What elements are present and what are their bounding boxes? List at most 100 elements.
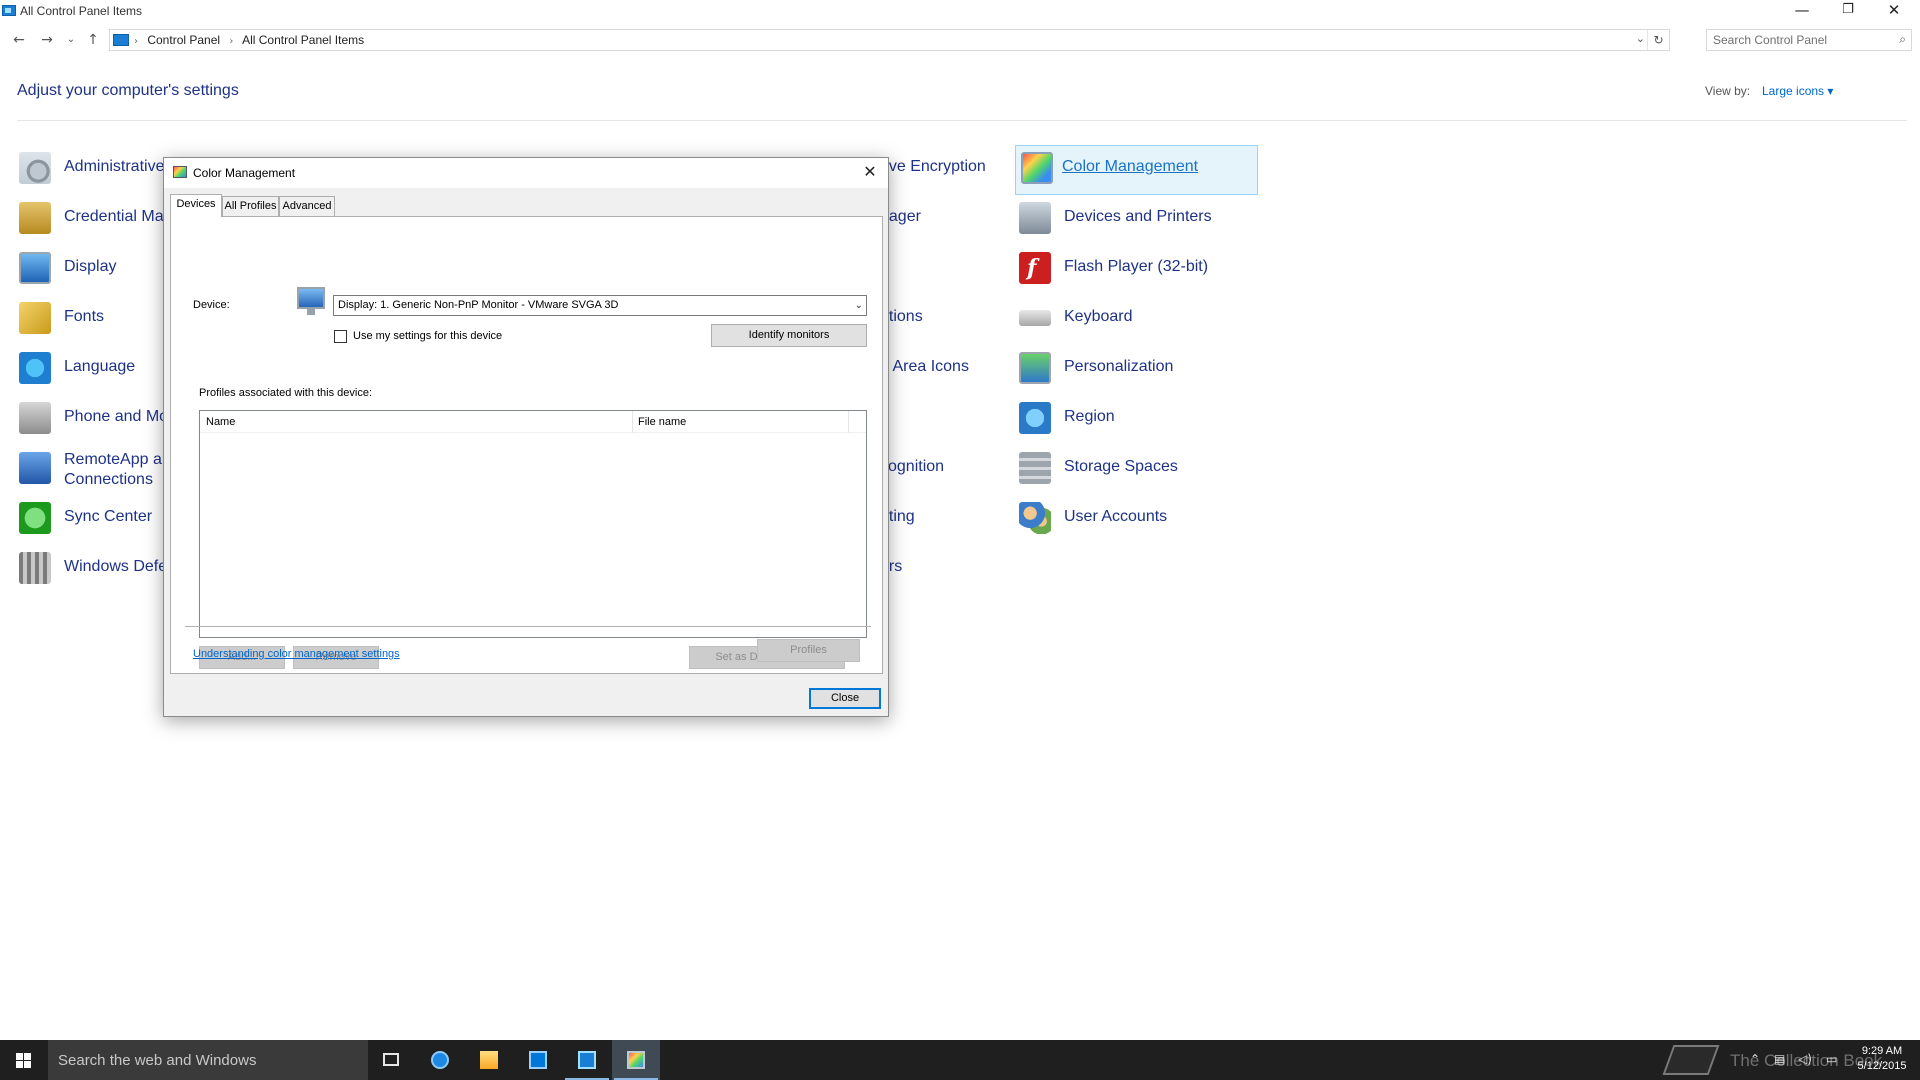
clock-time: 9:29 AM [1861, 1045, 1903, 1057]
notifications-icon[interactable]: ▭ [1826, 1052, 1837, 1066]
item-bitlocker-partial[interactable]: rive Encryption [880, 146, 1010, 194]
item-label: Flash Player (32-bit) [1064, 258, 1209, 275]
item-troubleshooting-partial[interactable]: oting [880, 496, 1010, 544]
forward-button[interactable]: → [38, 29, 56, 51]
address-dropdown-icon[interactable]: ⌄ [1636, 32, 1645, 45]
task-view-button[interactable] [368, 1040, 416, 1080]
use-my-settings-checkbox[interactable] [334, 330, 347, 343]
windows-logo-icon [16, 1053, 31, 1068]
understanding-color-management-link[interactable]: Understanding color management settings [193, 648, 400, 660]
phone-modem-icon [19, 402, 51, 434]
item-windows-defender[interactable]: Windows Defe [19, 546, 169, 594]
device-label: Device: [193, 299, 230, 311]
item-flash-player[interactable]: f Flash Player (32-bit) [1019, 246, 1259, 294]
taskbar-browser[interactable] [416, 1040, 464, 1080]
close-dialog-button[interactable]: Close [809, 688, 881, 709]
item-device-manager-partial[interactable]: nager [880, 196, 1010, 244]
breadcrumb-control-panel[interactable]: Control Panel [147, 33, 220, 47]
minimize-button[interactable]: — [1780, 0, 1824, 22]
item-personalization[interactable]: Personalization [1019, 346, 1259, 394]
devices-tab-panel: Device: Display: 1. Generic Non-PnP Moni… [170, 216, 883, 674]
item-keyboard[interactable]: Keyboard [1019, 296, 1259, 344]
taskbar-control-panel[interactable] [563, 1040, 611, 1080]
search-icon[interactable]: ⌕ [1899, 32, 1906, 47]
item-devices-and-printers[interactable]: Devices and Printers [1019, 196, 1259, 244]
item-label: Sync Center [64, 508, 153, 525]
item-region[interactable]: Region [1019, 396, 1259, 444]
profiles-button[interactable]: Profiles [757, 639, 860, 662]
volume-icon[interactable]: ◁) [1798, 1052, 1812, 1066]
dialog-title: Color Management [193, 166, 296, 180]
column-header-file-name[interactable]: File name [638, 416, 686, 428]
refresh-icon[interactable]: ↻ [1647, 30, 1669, 50]
region-icon [1019, 402, 1051, 434]
taskbar-search[interactable] [48, 1040, 368, 1080]
navigation-bar: ← → ⌄ ↑ › Control Panel › All Control Pa… [0, 27, 1920, 53]
identify-monitors-button[interactable]: Identify monitors [711, 324, 867, 347]
item-indexing-options-partial[interactable]: otions [880, 296, 1010, 344]
restore-button[interactable]: ❐ [1826, 0, 1870, 22]
tab-all-profiles[interactable]: All Profiles [222, 196, 279, 216]
breadcrumb-all-items[interactable]: All Control Panel Items [242, 33, 364, 47]
item-label: RemoteApp an Connections [64, 450, 171, 490]
window-title: All Control Panel Items [20, 4, 143, 18]
back-button[interactable]: ← [10, 29, 28, 51]
color-management-icon [173, 166, 187, 178]
breadcrumb: › Control Panel › All Control Panel Item… [134, 33, 370, 47]
tab-advanced[interactable]: Advanced [279, 196, 335, 216]
column-separator[interactable] [848, 411, 849, 433]
item-administrative-tools[interactable]: Administrative [19, 146, 169, 194]
taskbar-clock[interactable]: 9:29 AM 5/12/2015 [1850, 1044, 1914, 1074]
view-by-dropdown[interactable]: Large icons ▾ [1762, 84, 1833, 98]
network-icon[interactable]: ▤ [1774, 1052, 1785, 1066]
up-button[interactable]: ↑ [84, 29, 102, 51]
clock-date: 5/12/2015 [1857, 1060, 1907, 1072]
dialog-titlebar[interactable]: Color Management ✕ [164, 158, 888, 188]
search-input[interactable] [1707, 30, 1887, 50]
item-color-management[interactable]: Color Management [1015, 145, 1258, 195]
dialog-close-icon[interactable]: ✕ [858, 160, 882, 184]
profiles-list[interactable]: Name File name [199, 410, 867, 638]
item-label: Region [1064, 408, 1115, 425]
column-header-name[interactable]: Name [206, 416, 235, 428]
book-icon [1662, 1045, 1720, 1075]
devices-printers-icon [1019, 202, 1051, 234]
search-box[interactable]: ⌕ [1706, 29, 1912, 51]
store-icon [529, 1051, 547, 1069]
item-phone-and-modem[interactable]: Phone and Mo [19, 396, 169, 444]
close-window-button[interactable]: ✕ [1872, 0, 1916, 22]
taskbar-search-input[interactable] [58, 1050, 358, 1070]
taskbar-store[interactable] [514, 1040, 562, 1080]
view-by-label: View by: [1705, 84, 1751, 98]
taskbar-color-management[interactable] [612, 1040, 660, 1080]
item-user-accounts[interactable]: User Accounts [1019, 496, 1259, 544]
column-separator[interactable] [632, 411, 633, 433]
item-work-folders-partial[interactable]: ers [880, 546, 1010, 594]
flash-player-icon: f [1019, 252, 1051, 284]
window-titlebar: All Control Panel Items — ❐ ✕ [0, 0, 1920, 22]
item-label: Phone and Mo [64, 408, 169, 425]
tray-overflow-icon[interactable]: ⌃ [1750, 1052, 1760, 1066]
item-label: Personalization [1064, 358, 1174, 375]
device-select[interactable]: Display: 1. Generic Non-PnP Monitor - VM… [333, 295, 867, 316]
recent-locations-button[interactable]: ⌄ [62, 29, 80, 51]
item-display[interactable]: Display [19, 246, 169, 294]
taskbar: The Collection Book ⌃ ▤ ◁) ▭ 9:29 AM 5/1… [0, 1040, 1920, 1080]
tab-devices[interactable]: Devices [170, 194, 222, 217]
item-label: Keyboard [1064, 308, 1133, 325]
item-storage-spaces[interactable]: Storage Spaces [1019, 446, 1259, 494]
use-my-settings-label[interactable]: Use my settings for this device [353, 330, 502, 342]
item-credential-manager[interactable]: Credential Mar [19, 196, 169, 244]
item-label-line1: RemoteApp an [64, 451, 171, 468]
address-bar[interactable]: › Control Panel › All Control Panel Item… [109, 29, 1670, 51]
taskbar-file-explorer[interactable] [465, 1040, 513, 1080]
item-label: cognition [880, 458, 945, 475]
item-sync-center[interactable]: Sync Center [19, 496, 169, 544]
item-notification-area-icons-partial[interactable]: n Area Icons [880, 346, 1010, 394]
item-remoteapp[interactable]: RemoteApp an Connections [19, 446, 171, 494]
item-speech-recognition-partial[interactable]: cognition [880, 446, 1010, 494]
item-fonts[interactable]: Fonts [19, 296, 169, 344]
item-label: rive Encryption [880, 158, 986, 175]
item-language[interactable]: Language [19, 346, 169, 394]
start-button[interactable] [0, 1040, 48, 1080]
